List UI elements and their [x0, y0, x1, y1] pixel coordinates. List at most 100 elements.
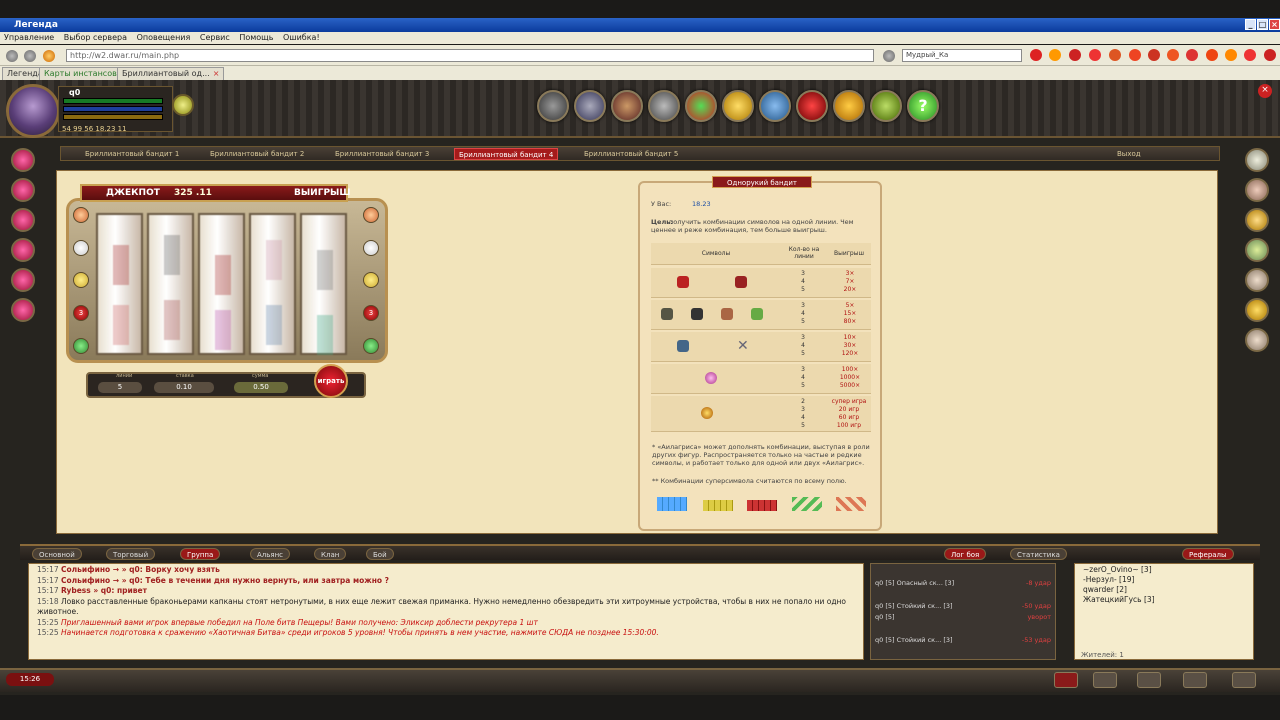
jackpot-label: ДЖЕКПОТ	[106, 188, 160, 198]
close-icon[interactable]	[1093, 672, 1117, 688]
maximize-button[interactable]: □	[1257, 19, 1268, 30]
return-icon[interactable]	[1054, 672, 1078, 688]
close-window-button[interactable]: ×	[1269, 19, 1280, 30]
chat-tab-group[interactable]: Группа	[180, 548, 221, 560]
effect-icon[interactable]	[11, 148, 35, 172]
shield-icon[interactable]	[1109, 49, 1121, 61]
close-icon[interactable]: ×	[213, 69, 220, 78]
hp-bar	[63, 98, 163, 104]
effect-icon[interactable]	[11, 238, 35, 262]
log-tab-stats[interactable]: Статистика	[1010, 548, 1067, 560]
paytable-row: 2 3 4 5 супер игра 20 игр 60 игр 100 игр	[651, 396, 871, 432]
refresh-icon[interactable]	[43, 50, 55, 62]
online-users: ~zerO_Ovino~ [3] -Нерзул- [19] qwarder […	[1074, 563, 1254, 660]
user-item[interactable]: qwarder [2]	[1083, 585, 1245, 595]
hand-icon[interactable]	[833, 90, 865, 122]
menu-help[interactable]: Помощь	[239, 33, 273, 42]
mask-icon[interactable]	[537, 90, 569, 122]
coin-icon[interactable]	[1245, 298, 1269, 322]
bottom-bar	[0, 668, 1280, 692]
tab-brilliant[interactable]: Бриллиантовый од... ×	[117, 67, 225, 80]
castle-icon[interactable]	[574, 90, 606, 122]
nick-select[interactable]: Мудрый_Ка	[902, 49, 1022, 62]
close-red-icon[interactable]	[1069, 49, 1081, 61]
user-icon[interactable]	[1183, 672, 1207, 688]
mail-icon[interactable]	[1186, 49, 1198, 61]
chat-tab-alliance[interactable]: Альянс	[250, 548, 291, 560]
menu-service[interactable]: Сервис	[200, 33, 230, 42]
user-item[interactable]: ЖатецкийГусь [3]	[1083, 595, 1245, 605]
map-icon[interactable]	[1245, 238, 1269, 262]
chat-tab-trade[interactable]: Торговый	[106, 548, 156, 560]
lines-stepper[interactable]: 5	[98, 382, 142, 393]
chat-tab-main[interactable]: Основной	[32, 548, 82, 560]
arrow-icon[interactable]	[1049, 49, 1061, 61]
pattern-icon	[836, 497, 866, 511]
trophy-icon[interactable]	[685, 90, 717, 122]
lamp-icon	[73, 272, 89, 288]
star-icon[interactable]	[1225, 49, 1237, 61]
help-icon[interactable]: ?	[907, 90, 939, 122]
referals-button[interactable]: Рефералы	[1182, 548, 1234, 560]
flag-icon[interactable]	[1244, 49, 1256, 61]
level-star-icon[interactable]	[172, 94, 194, 116]
helmet-icon[interactable]	[1245, 208, 1269, 232]
pattern-icon	[747, 500, 777, 511]
tab-bandit-5[interactable]: Бриллиантовый бандит 5	[580, 148, 682, 160]
beast-icon[interactable]	[611, 90, 643, 122]
hammer-icon[interactable]	[870, 90, 902, 122]
close-icon[interactable]: ×	[1258, 84, 1272, 98]
knight-icon[interactable]	[648, 90, 680, 122]
list-icon[interactable]	[1129, 49, 1141, 61]
sum-value: 0.50	[234, 382, 288, 393]
gift-icon[interactable]	[1167, 49, 1179, 61]
pattern-icon	[703, 500, 733, 511]
count-cell: 4	[801, 310, 805, 317]
menu-error[interactable]: Ошибка!	[283, 33, 320, 42]
tab-bandit-4[interactable]: Бриллиантовый бандит 4	[454, 148, 559, 160]
forward-icon[interactable]	[24, 50, 36, 62]
chat-tab-battle[interactable]: Бой	[366, 548, 394, 560]
tab-bandit-1[interactable]: Бриллиантовый бандит 1	[81, 148, 183, 160]
go-icon[interactable]	[883, 50, 895, 62]
tab-bandit-2[interactable]: Бриллиантовый бандит 2	[206, 148, 308, 160]
spin-button[interactable]: играть	[314, 364, 348, 398]
exit-button[interactable]: Выход	[1113, 148, 1145, 160]
player-name[interactable]: q0	[69, 88, 80, 97]
helmet-icon	[677, 340, 689, 352]
tab-bandit-3[interactable]: Бриллиантовый бандит 3	[331, 148, 433, 160]
minimize-button[interactable]: _	[1245, 19, 1256, 30]
coin-icon[interactable]	[1206, 49, 1218, 61]
menu-control[interactable]: Управление	[4, 33, 54, 42]
gold-icon[interactable]	[722, 90, 754, 122]
alert-icon[interactable]	[1030, 49, 1042, 61]
book-icon[interactable]	[1148, 49, 1160, 61]
effect-icon[interactable]	[11, 298, 35, 322]
bag-icon[interactable]	[1245, 178, 1269, 202]
col-win: Выигрыш	[834, 250, 864, 257]
refresh-icon[interactable]	[1232, 672, 1256, 688]
power-icon[interactable]	[1264, 49, 1276, 61]
scroll-icon[interactable]	[1245, 148, 1269, 172]
chest-icon[interactable]	[1245, 328, 1269, 352]
fist-icon[interactable]	[759, 90, 791, 122]
settings-icon[interactable]	[1137, 672, 1161, 688]
log-tab-battle[interactable]: Лог боя	[944, 548, 987, 560]
effect-icon[interactable]	[11, 268, 35, 292]
bag-icon[interactable]	[1245, 268, 1269, 292]
user-item[interactable]: ~zerO_Ovino~ [3]	[1083, 565, 1245, 575]
back-icon[interactable]	[6, 50, 18, 62]
player-avatar[interactable]	[6, 84, 60, 138]
effect-icon[interactable]	[11, 208, 35, 232]
chat-tab-clan[interactable]: Клан	[314, 548, 347, 560]
heart-icon[interactable]	[1089, 49, 1101, 61]
menu-alerts[interactable]: Оповещения	[137, 33, 191, 42]
paytable-row: 3 4 5 5× 15× 80×	[651, 300, 871, 330]
url-input[interactable]: http://w2.dwar.ru/main.php	[66, 49, 874, 62]
stake-stepper[interactable]: 0.10	[154, 382, 214, 393]
effect-icon[interactable]	[11, 178, 35, 202]
crest-icon[interactable]	[796, 90, 828, 122]
log-value: -53 удар	[1021, 636, 1051, 644]
user-item[interactable]: -Нерзул- [19]	[1083, 575, 1245, 585]
menu-server[interactable]: Выбор сервера	[64, 33, 127, 42]
